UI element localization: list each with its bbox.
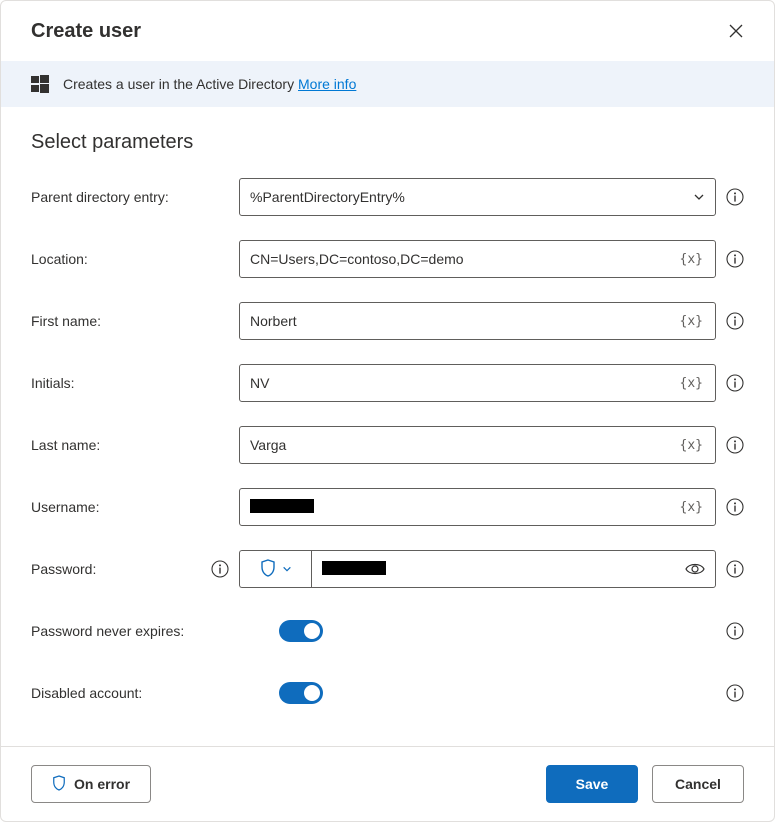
label-username: Username: bbox=[31, 499, 239, 515]
password-input[interactable] bbox=[311, 550, 716, 588]
username-value bbox=[250, 499, 678, 516]
cancel-button[interactable]: Cancel bbox=[652, 765, 744, 803]
disabled-account-toggle[interactable] bbox=[279, 682, 323, 704]
variable-badge[interactable]: {x} bbox=[678, 438, 705, 453]
info-banner: Creates a user in the Active Directory M… bbox=[1, 61, 774, 107]
row-first-name: First name: Norbert {x} bbox=[31, 302, 744, 340]
row-password: Password: bbox=[31, 550, 744, 588]
label-password-text: Password: bbox=[31, 561, 96, 577]
row-pw-never-expires: Password never expires: bbox=[31, 612, 744, 650]
row-parent-directory: Parent directory entry: %ParentDirectory… bbox=[31, 178, 744, 216]
label-last-name: Last name: bbox=[31, 437, 239, 453]
more-info-link[interactable]: More info bbox=[298, 76, 356, 92]
shield-icon bbox=[52, 775, 66, 794]
info-icon-last-name[interactable] bbox=[726, 436, 744, 454]
label-disabled-account: Disabled account: bbox=[31, 685, 239, 701]
username-input[interactable]: {x} bbox=[239, 488, 716, 526]
chevron-down-icon bbox=[693, 191, 705, 203]
row-username: Username: {x} bbox=[31, 488, 744, 526]
row-disabled-account: Disabled account: bbox=[31, 674, 744, 712]
section-title: Select parameters bbox=[31, 131, 744, 154]
info-icon-password-label[interactable] bbox=[211, 560, 229, 578]
parent-directory-dropdown[interactable]: %ParentDirectoryEntry% bbox=[239, 178, 716, 216]
save-button[interactable]: Save bbox=[546, 765, 638, 803]
banner-description: Creates a user in the Active Directory bbox=[63, 76, 294, 92]
label-parent-directory: Parent directory entry: bbox=[31, 189, 239, 205]
on-error-label: On error bbox=[74, 776, 130, 792]
close-icon bbox=[729, 24, 743, 38]
info-icon-pw-never-expires[interactable] bbox=[726, 622, 744, 640]
label-pw-never-expires: Password never expires: bbox=[31, 623, 239, 639]
info-icon-parent-directory[interactable] bbox=[726, 188, 744, 206]
row-last-name: Last name: Varga {x} bbox=[31, 426, 744, 464]
last-name-input[interactable]: Varga {x} bbox=[239, 426, 716, 464]
panel-footer: On error Save Cancel bbox=[1, 746, 774, 821]
close-button[interactable] bbox=[720, 15, 752, 47]
variable-badge[interactable]: {x} bbox=[678, 252, 705, 267]
banner-text: Creates a user in the Active Directory M… bbox=[63, 76, 356, 92]
on-error-button[interactable]: On error bbox=[31, 765, 151, 803]
label-password: Password: bbox=[31, 560, 239, 578]
info-icon-username[interactable] bbox=[726, 498, 744, 516]
shield-icon bbox=[260, 559, 276, 580]
windows-icon bbox=[31, 75, 49, 93]
info-icon-password[interactable] bbox=[726, 560, 744, 578]
info-icon-initials[interactable] bbox=[726, 374, 744, 392]
pw-never-expires-toggle[interactable] bbox=[279, 620, 323, 642]
form-content: Select parameters Parent directory entry… bbox=[1, 107, 774, 746]
panel-header: Create user bbox=[1, 1, 774, 61]
eye-icon bbox=[685, 562, 705, 576]
initials-value: NV bbox=[250, 375, 678, 391]
variable-badge[interactable]: {x} bbox=[678, 314, 705, 329]
info-icon-location[interactable] bbox=[726, 250, 744, 268]
last-name-value: Varga bbox=[250, 437, 678, 453]
location-value: CN=Users,DC=contoso,DC=demo bbox=[250, 251, 678, 267]
variable-badge[interactable]: {x} bbox=[678, 376, 705, 391]
first-name-input[interactable]: Norbert {x} bbox=[239, 302, 716, 340]
label-first-name: First name: bbox=[31, 313, 239, 329]
row-location: Location: CN=Users,DC=contoso,DC=demo {x… bbox=[31, 240, 744, 278]
page-title: Create user bbox=[31, 20, 141, 43]
first-name-value: Norbert bbox=[250, 313, 678, 329]
redacted-value bbox=[250, 499, 314, 513]
create-user-panel: Create user Creates a user in the Active… bbox=[0, 0, 775, 822]
chevron-down-icon bbox=[282, 564, 292, 574]
cancel-label: Cancel bbox=[675, 776, 721, 792]
label-initials: Initials: bbox=[31, 375, 239, 391]
variable-badge[interactable]: {x} bbox=[678, 500, 705, 515]
redacted-value bbox=[322, 561, 386, 575]
initials-input[interactable]: NV {x} bbox=[239, 364, 716, 402]
label-location: Location: bbox=[31, 251, 239, 267]
show-password-button[interactable] bbox=[685, 562, 705, 576]
row-initials: Initials: NV {x} bbox=[31, 364, 744, 402]
parent-directory-value: %ParentDirectoryEntry% bbox=[250, 189, 693, 205]
location-input[interactable]: CN=Users,DC=contoso,DC=demo {x} bbox=[239, 240, 716, 278]
save-label: Save bbox=[576, 776, 609, 792]
password-type-dropdown[interactable] bbox=[239, 550, 311, 588]
password-value bbox=[322, 561, 685, 578]
info-icon-first-name[interactable] bbox=[726, 312, 744, 330]
info-icon-disabled-account[interactable] bbox=[726, 684, 744, 702]
